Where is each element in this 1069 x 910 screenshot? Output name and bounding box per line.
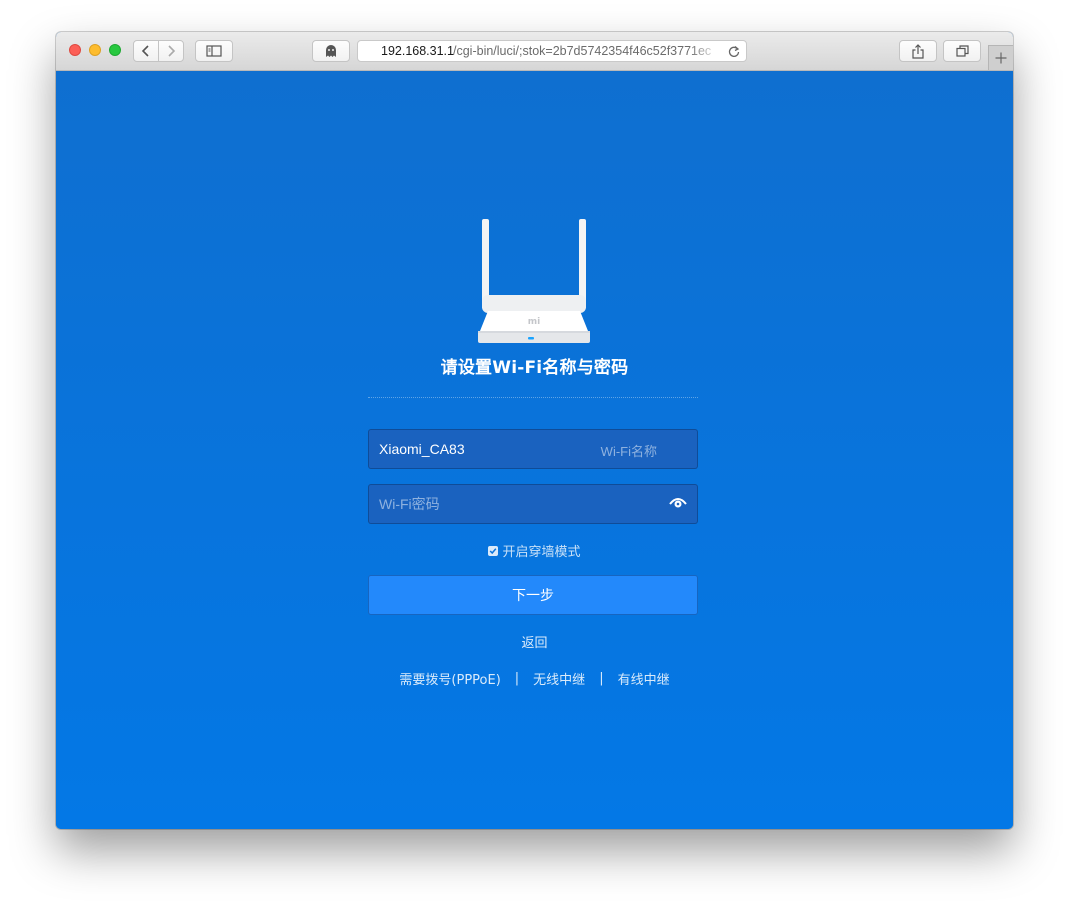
show-tabs-button[interactable] bbox=[943, 40, 981, 62]
forward-button[interactable] bbox=[158, 40, 184, 62]
back-link-row: 返回 bbox=[56, 632, 1013, 651]
browser-window: 192.168.31.1 /cgi-bin/luci/;stok=2b7d574… bbox=[56, 32, 1013, 829]
sidebar-icon bbox=[206, 45, 222, 57]
wired-relay-link[interactable]: 有线中继 bbox=[618, 669, 670, 688]
back-link[interactable]: 返回 bbox=[521, 636, 547, 651]
url-host: 192.168.31.1 bbox=[381, 44, 454, 58]
chevron-right-icon bbox=[168, 45, 176, 57]
checkmark-icon bbox=[490, 547, 497, 554]
wall-mode-label: 开启穿墙模式 bbox=[502, 545, 581, 560]
eye-icon[interactable] bbox=[669, 497, 687, 509]
wall-mode-option[interactable]: 开启穿墙模式 bbox=[56, 541, 1013, 560]
wireless-relay-link[interactable]: 无线中继 bbox=[533, 669, 585, 688]
sidebar-button[interactable] bbox=[195, 40, 233, 62]
address-bar[interactable]: 192.168.31.1 /cgi-bin/luci/;stok=2b7d574… bbox=[357, 40, 747, 62]
new-tab-button[interactable] bbox=[988, 45, 1013, 70]
plus-icon bbox=[995, 52, 1007, 64]
tabs-icon bbox=[955, 45, 969, 57]
router-setup-page: mi 请设置Wi-Fi名称与密码 Wi-Fi名称 开启穿墙模式 下一步 返回 需… bbox=[56, 71, 1013, 829]
reload-icon[interactable] bbox=[728, 45, 740, 58]
separator: | bbox=[599, 671, 604, 686]
private-browsing-button[interactable] bbox=[312, 40, 350, 62]
chevron-left-icon bbox=[141, 45, 149, 57]
close-window-button[interactable] bbox=[69, 44, 81, 56]
divider bbox=[368, 397, 698, 398]
next-step-button[interactable]: 下一步 bbox=[368, 575, 698, 615]
password-field[interactable] bbox=[368, 484, 698, 524]
router-illustration: mi bbox=[478, 219, 590, 343]
ssid-field[interactable]: Wi-Fi名称 bbox=[368, 429, 698, 469]
share-icon bbox=[912, 43, 924, 59]
pppoe-link[interactable]: 需要拨号(PPPoE) bbox=[399, 669, 500, 688]
password-input[interactable] bbox=[369, 485, 697, 523]
minimize-window-button[interactable] bbox=[89, 44, 101, 56]
wall-mode-checkbox[interactable] bbox=[488, 545, 499, 556]
page-title: 请设置Wi-Fi名称与密码 bbox=[440, 358, 629, 378]
url-path: /cgi-bin/luci/;stok=2b7d5742354f46c52f37… bbox=[453, 44, 712, 58]
separator: | bbox=[514, 671, 520, 686]
zoom-window-button[interactable] bbox=[109, 44, 121, 56]
back-button[interactable] bbox=[133, 40, 159, 62]
ssid-input[interactable] bbox=[369, 430, 697, 468]
ghost-icon bbox=[326, 44, 336, 57]
share-button[interactable] bbox=[899, 40, 937, 62]
browser-toolbar: 192.168.31.1 /cgi-bin/luci/;stok=2b7d574… bbox=[56, 32, 1013, 71]
connection-mode-links: 需要拨号(PPPoE) | 无线中继 | 有线中继 bbox=[56, 669, 1013, 688]
router-logo: mi bbox=[528, 317, 540, 327]
